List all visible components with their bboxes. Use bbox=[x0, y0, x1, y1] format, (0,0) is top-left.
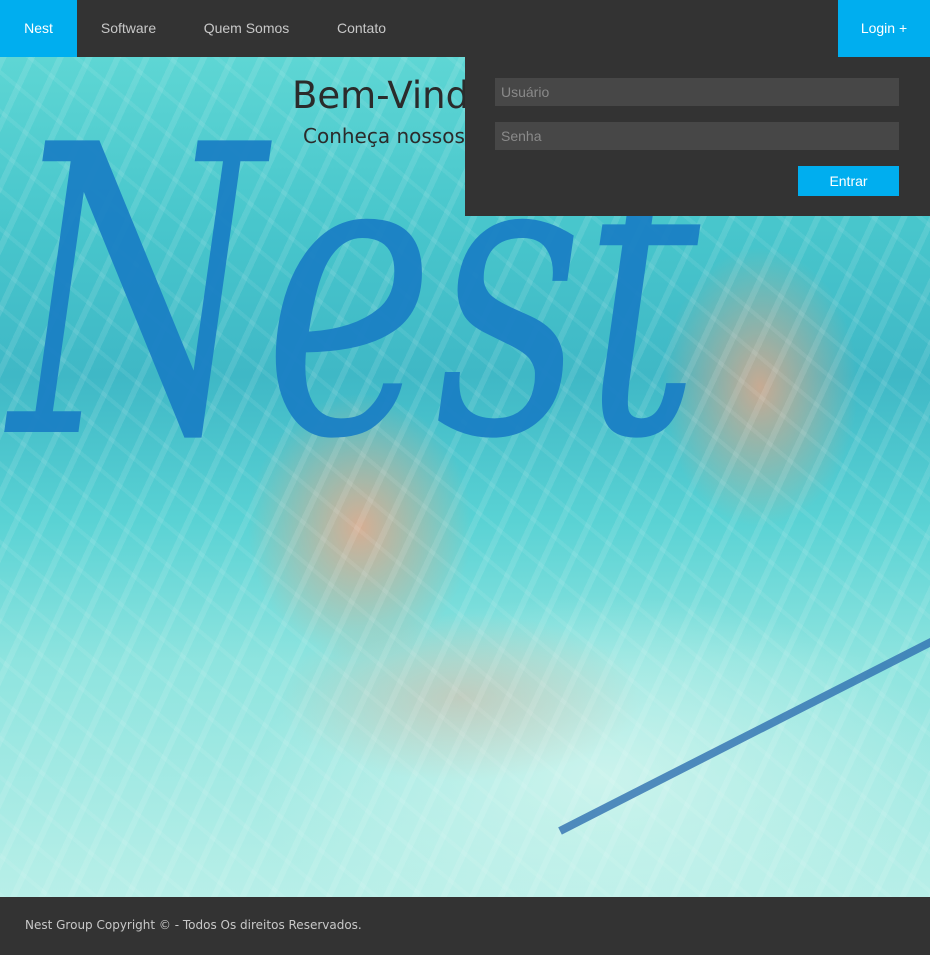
login-dropdown-panel: Entrar bbox=[465, 57, 930, 216]
welcome-title: Bem-Vind bbox=[292, 74, 470, 117]
nav-item-contato[interactable]: Contato bbox=[313, 0, 410, 57]
nav-item-quem-somos[interactable]: Quem Somos bbox=[180, 0, 313, 57]
copyright-text: Nest Group Copyright © - Todos Os direit… bbox=[25, 918, 362, 932]
page-footer: Nest Group Copyright © - Todos Os direit… bbox=[0, 897, 930, 955]
entrar-button[interactable]: Entrar bbox=[798, 166, 899, 196]
nav-brand-nest[interactable]: Nest bbox=[0, 0, 77, 57]
password-input[interactable] bbox=[495, 122, 899, 150]
welcome-subtitle: Conheça nossos bbox=[303, 124, 465, 148]
nav-item-software[interactable]: Software bbox=[77, 0, 180, 57]
top-navbar: Nest Software Quem Somos Contato Login + bbox=[0, 0, 930, 57]
username-input[interactable] bbox=[495, 78, 899, 106]
login-toggle-button[interactable]: Login + bbox=[838, 0, 930, 57]
